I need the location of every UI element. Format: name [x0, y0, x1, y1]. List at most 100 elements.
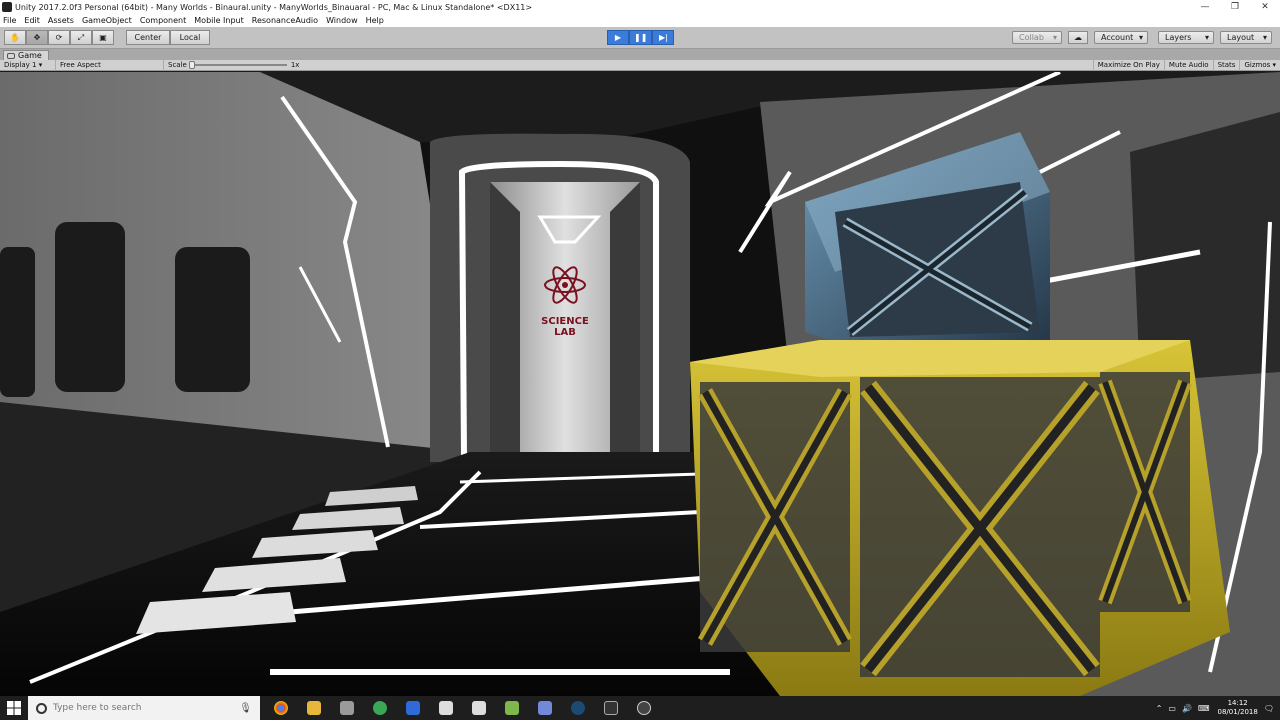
network-status-icon[interactable]: ▭	[1168, 704, 1176, 713]
unity-taskbar-icon	[438, 701, 453, 715]
scale-value: 1x	[290, 60, 300, 69]
stats-label: Stats	[1217, 60, 1236, 69]
display-dropdown[interactable]: Display 1 ▾	[0, 59, 56, 71]
search-icon	[36, 702, 47, 714]
pivot-tools: Center Local	[126, 30, 210, 45]
mute-audio-label: Mute Audio	[1168, 60, 1209, 69]
layers-dropdown[interactable]: Layers	[1158, 31, 1214, 44]
network-icon	[405, 701, 420, 715]
menu-assets[interactable]: Assets	[48, 16, 74, 25]
start-button[interactable]	[0, 696, 28, 720]
unity-icon	[2, 2, 12, 12]
clock-time: 14:12	[1227, 699, 1248, 707]
scale-slider[interactable]	[188, 61, 287, 69]
unity-app-2[interactable]	[462, 696, 495, 720]
layout-dropdown[interactable]: Layout	[1220, 31, 1272, 44]
account-dropdown[interactable]: Account	[1094, 31, 1148, 44]
rotate-tool-icon[interactable]: ⟳	[48, 30, 70, 45]
menu-resonance-audio[interactable]: ResonanceAudio	[252, 16, 318, 25]
minimize-button[interactable]: —	[1190, 0, 1220, 14]
scale-label: Scale	[168, 60, 187, 69]
pinned-apps	[264, 696, 660, 720]
mute-audio-toggle[interactable]: Mute Audio	[1163, 59, 1213, 71]
aspect-dropdown[interactable]: Free Aspect	[56, 59, 164, 71]
maximize-on-play-toggle[interactable]: Maximize On Play	[1092, 59, 1164, 71]
gizmos-dropdown[interactable]: Gizmos ▾	[1239, 59, 1280, 71]
yellow-crate	[690, 340, 1230, 696]
menu-window[interactable]: Window	[326, 16, 358, 25]
wall-panel	[175, 247, 250, 392]
play-controls: ▶ ❚❚ ▶|	[607, 30, 675, 45]
volume-icon[interactable]: 🔊	[1182, 704, 1192, 713]
game-view-controls: Display 1 ▾ Free Aspect Scale 1x Maximiz…	[0, 59, 1280, 71]
scale-control: Scale 1x	[164, 60, 304, 71]
system-tray: ⌃ ▭ 🔊 ⌨ 14:12 08/01/2018 🗨	[1150, 699, 1280, 717]
maximize-on-play-label: Maximize On Play	[1097, 60, 1160, 69]
close-button[interactable]: ✕	[1250, 0, 1280, 14]
cloud-icon[interactable]: ☁	[1068, 31, 1088, 44]
menu-bar: File Edit Assets GameObject Component Mo…	[0, 14, 1280, 27]
wall-panel	[0, 247, 35, 397]
aspect-label: Free Aspect	[60, 60, 101, 69]
taskbar-search[interactable]: 🎙	[28, 696, 260, 720]
move-tool-icon[interactable]: ✥	[26, 30, 48, 45]
layout-label: Layout	[1227, 33, 1255, 42]
clock[interactable]: 14:12 08/01/2018	[1217, 699, 1257, 717]
discord-app[interactable]	[528, 696, 561, 720]
gizmos-label: Gizmos	[1244, 60, 1271, 69]
network-app[interactable]	[396, 696, 429, 720]
pivot-center-button[interactable]: Center	[126, 30, 170, 45]
game-viewport[interactable]: SCIENCE LAB	[0, 72, 1280, 696]
clock-date: 08/01/2018	[1217, 708, 1258, 716]
rect-tool-icon[interactable]: ▣	[92, 30, 114, 45]
epic-games-app[interactable]	[594, 696, 627, 720]
menu-mobile-input[interactable]: Mobile Input	[194, 16, 244, 25]
window-title: Unity 2017.2.0f3 Personal (64bit) - Many…	[15, 2, 533, 12]
tab-row: Game	[0, 49, 1280, 60]
pivot-local-button[interactable]: Local	[170, 30, 210, 45]
search-input[interactable]	[53, 703, 213, 713]
menu-help[interactable]: Help	[366, 16, 384, 25]
keyboard-icon[interactable]: ⌨	[1198, 704, 1210, 713]
hand-tool-icon[interactable]: ✋	[4, 30, 26, 45]
steam-icon	[570, 701, 585, 715]
menu-gameobject[interactable]: GameObject	[82, 16, 132, 25]
epic-games-icon	[603, 701, 618, 715]
unity-app[interactable]	[429, 696, 462, 720]
chrome-canary-app[interactable]	[363, 696, 396, 720]
calculator-icon	[339, 701, 354, 715]
taskbar: 🎙 ⌃ ▭ 🔊 ⌨ 14:12 08/01/2018 🗨	[0, 696, 1280, 720]
account-label: Account	[1101, 33, 1134, 42]
display-label: Display 1	[4, 60, 37, 69]
tab-game[interactable]: Game	[3, 50, 49, 60]
play-button[interactable]: ▶	[607, 30, 629, 45]
unity-taskbar-icon	[471, 701, 486, 715]
game-view-toggles: Maximize On Play Mute Audio Stats Gizmos…	[1092, 59, 1280, 71]
maximize-button[interactable]: ❐	[1220, 0, 1250, 14]
notifications-icon[interactable]: 🗨	[1264, 704, 1274, 713]
menu-file[interactable]: File	[3, 16, 16, 25]
step-button[interactable]: ▶|	[652, 30, 675, 45]
menu-edit[interactable]: Edit	[24, 16, 40, 25]
notepad-icon	[504, 701, 519, 715]
scale-slider-handle[interactable]	[188, 61, 195, 69]
notepad-app[interactable]	[495, 696, 528, 720]
main-toolbar: ✋ ✥ ⟳ ⤢ ▣ Center Local ▶ ❚❚ ▶| Collab ☁ …	[0, 27, 1280, 49]
window-controls: — ❐ ✕	[1190, 0, 1280, 14]
pause-button[interactable]: ❚❚	[629, 30, 653, 45]
steam-app[interactable]	[561, 696, 594, 720]
chevron-up-icon[interactable]: ⌃	[1156, 704, 1163, 713]
space-label: Local	[179, 33, 201, 42]
menu-component[interactable]: Component	[140, 16, 186, 25]
calculator-app[interactable]	[330, 696, 363, 720]
obs-app[interactable]	[627, 696, 660, 720]
collab-label: Collab	[1019, 33, 1044, 42]
door-inner-left	[490, 182, 520, 452]
collab-dropdown[interactable]: Collab	[1012, 31, 1062, 44]
chrome-app[interactable]	[264, 696, 297, 720]
stats-toggle[interactable]: Stats	[1212, 59, 1240, 71]
microphone-icon[interactable]: 🎙	[239, 703, 252, 714]
scale-tool-icon[interactable]: ⤢	[70, 30, 92, 45]
chrome-canary-icon	[372, 701, 387, 715]
explorer-app[interactable]	[297, 696, 330, 720]
